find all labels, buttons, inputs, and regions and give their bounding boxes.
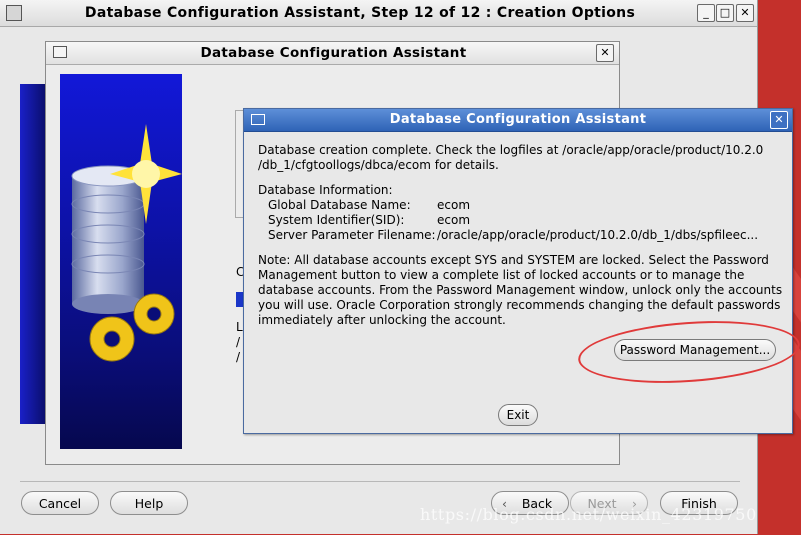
behind-dialog-title: Database Configuration Assistant [200,45,467,61]
note-line-4: you will use. Oracle Corporation strongl… [258,298,781,312]
database-cylinder-icon [71,124,182,362]
completion-dialog-titlebar[interactable]: Database Configuration Assistant ✕ [244,109,792,132]
info-label-sid: System Identifier(SID): [268,213,405,227]
info-value-sid: ecom [437,213,471,227]
main-titlebar[interactable]: Database Configuration Assistant, Step 1… [0,0,757,27]
help-button[interactable]: Help [110,491,188,515]
minimize-button[interactable]: _ [697,4,715,22]
window-menu-icon[interactable] [251,114,265,125]
note-line-1: Note: All database accounts except SYS a… [258,253,769,267]
completion-message-line-1: Database creation complete. Check the lo… [258,143,764,157]
behind-dialog-titlebar[interactable]: Database Configuration Assistant ✕ [46,42,619,65]
completion-dialog: Database Configuration Assistant ✕ Datab… [243,108,793,434]
maximize-button[interactable]: □ [716,4,734,22]
info-value-gdb: ecom [437,198,471,212]
close-button[interactable]: ✕ [736,4,754,22]
behind-label-4: / [236,350,241,364]
window-title: Database Configuration Assistant, Step 1… [84,5,636,21]
wizard-side-image [20,84,46,424]
completion-message-line-2: /db_1/cfgtoollogs/dbca/ecom for details. [258,158,499,172]
note-line-5: immediately after unlocking the account. [258,313,506,327]
window-menu-icon[interactable] [53,46,67,58]
oracle-database-graphic [60,74,182,449]
note-line-2: Management button to view a complete lis… [258,268,745,282]
behind-label-3: / [236,335,241,349]
completion-dialog-title: Database Configuration Assistant [389,112,647,127]
completion-dialog-close-button[interactable]: ✕ [770,111,788,129]
info-label-gdb: Global Database Name: [268,198,411,212]
behind-dialog-close-button[interactable]: ✕ [596,44,614,62]
app-icon [6,5,22,21]
note-line-3: database accounts. From the Password Man… [258,283,783,297]
info-value-spfile: /oracle/app/oracle/product/10.2.0/db_1/d… [437,228,759,242]
info-label-spfile: Server Parameter Filename: [268,228,436,242]
watermark: https://blog.csdn.net/weixin_42319750 [420,505,757,524]
exit-button[interactable]: Exit [498,404,538,426]
button-bar-separator [20,481,740,482]
info-heading: Database Information: [258,183,393,197]
behind-label-2: L [236,320,243,334]
cancel-button[interactable]: Cancel [21,491,99,515]
